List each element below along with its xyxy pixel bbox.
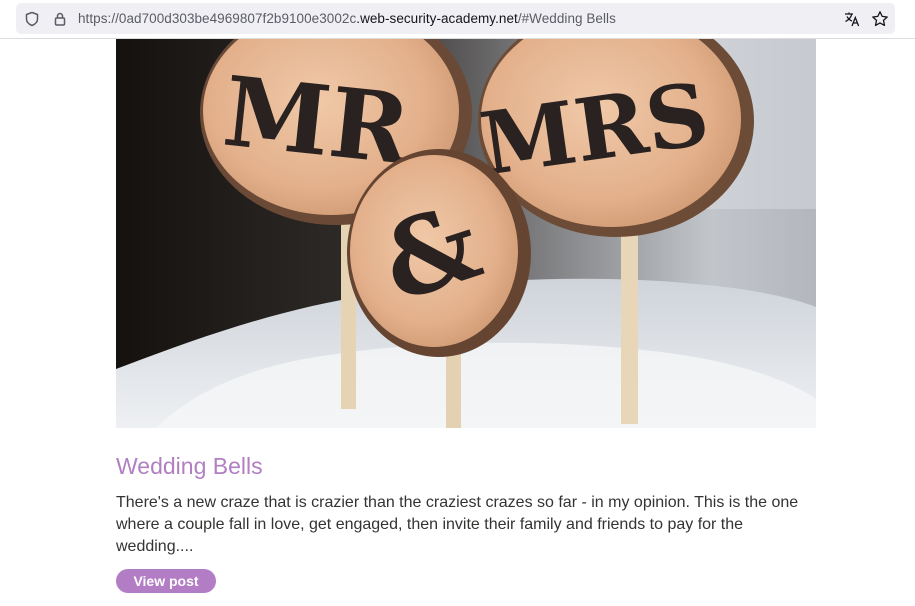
url-prefix: https://0ad700d303be4969807f2b9100e3002c [78,11,357,26]
post-image[interactable]: MR MRS & [116,39,816,428]
browser-toolbar: https://0ad700d303be4969807f2b9100e3002c… [0,0,915,39]
url-text[interactable]: https://0ad700d303be4969807f2b9100e3002c… [78,11,616,27]
address-bar[interactable]: https://0ad700d303be4969807f2b9100e3002c… [16,3,895,34]
sign-ampersand: & [347,149,531,357]
url-domain: .web-security-academy.net [356,11,518,26]
post-title[interactable]: Wedding Bells [116,452,263,480]
translate-icon[interactable] [843,10,861,28]
shield-icon[interactable] [24,11,40,27]
url-path: /#Wedding Bells [517,11,616,26]
bookmark-star-icon[interactable] [871,10,889,28]
view-post-button[interactable]: View post [116,569,216,593]
lock-icon[interactable] [52,11,68,27]
sign-mr-text: MR [218,55,416,187]
post-summary: There's a new craze that is crazier than… [116,494,799,555]
